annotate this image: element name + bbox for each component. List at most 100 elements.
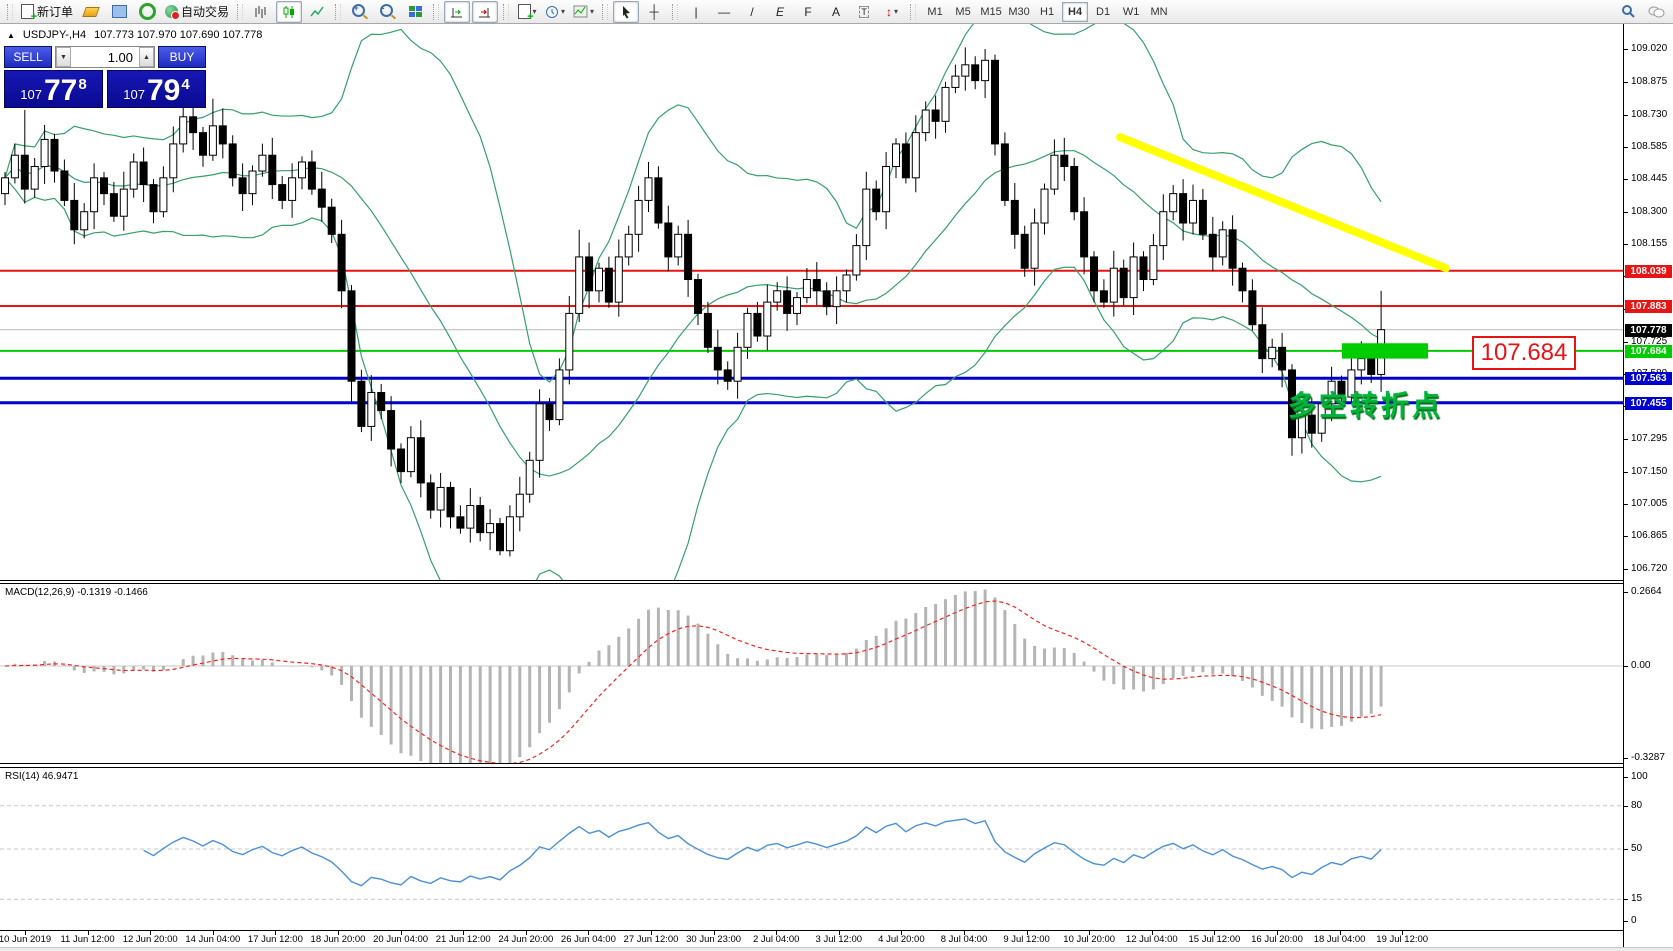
- timeframe-m15[interactable]: M15: [978, 2, 1004, 22]
- candle-chart-icon: [282, 5, 296, 19]
- volume-input[interactable]: [71, 47, 139, 67]
- price-tick-label: 108.585: [1631, 141, 1667, 152]
- indicators-button[interactable]: ▾: [570, 1, 597, 23]
- tile-windows-button[interactable]: [402, 1, 428, 23]
- price-tick-label: 106.720: [1631, 563, 1667, 574]
- new-order-label: 新订单: [37, 3, 73, 20]
- current-price-badge: 107.778: [1625, 324, 1672, 337]
- timeframe-m30[interactable]: M30: [1006, 2, 1032, 22]
- rsi-tick: [1624, 899, 1628, 900]
- dropdown-arrow-icon: ▾: [894, 7, 898, 16]
- timeframe-w1[interactable]: W1: [1118, 2, 1144, 22]
- arrows-button[interactable]: ↕ ▾: [879, 1, 905, 23]
- price-tick-label: 107.295: [1631, 433, 1667, 444]
- timeframe-m1[interactable]: M1: [922, 2, 948, 22]
- marker-button[interactable]: [78, 1, 104, 23]
- volume-up-button[interactable]: ▲: [139, 47, 154, 67]
- clock-icon: [545, 5, 559, 19]
- macd-canvas[interactable]: [0, 584, 1623, 763]
- zoom-out-button[interactable]: -: [374, 1, 400, 23]
- collapse-arrow-icon[interactable]: ▲: [7, 31, 15, 40]
- horizontal-line-button[interactable]: —: [711, 1, 737, 23]
- mt4-window: 新订单 自动交易 + - ▾: [0, 0, 1673, 951]
- price-tick: [1624, 472, 1628, 473]
- bar-chart-icon: [254, 5, 268, 19]
- new-chart-button[interactable]: ▾: [514, 1, 540, 23]
- price-tick-label: 106.865: [1631, 530, 1667, 541]
- price-tick-label: 109.020: [1631, 43, 1667, 54]
- autotrade-icon: [165, 5, 178, 18]
- price-tick-label: 108.155: [1631, 238, 1667, 249]
- volume-down-button[interactable]: ▼: [56, 47, 71, 67]
- sell-price-big: 77: [44, 77, 77, 105]
- timeframe-group: M1M5M15M30H1H4D1W1MN: [921, 2, 1173, 22]
- line-chart-button[interactable]: [304, 1, 330, 23]
- line-chart-icon: [310, 5, 324, 19]
- price-tick: [1624, 179, 1628, 180]
- timeframe-d1[interactable]: D1: [1090, 2, 1116, 22]
- price-tick: [1624, 536, 1628, 537]
- level-price-badge: 107.883: [1625, 300, 1672, 313]
- cursor-button[interactable]: [613, 1, 639, 23]
- rsi-tick-label: 50: [1631, 843, 1642, 854]
- buy-price-box[interactable]: 107 79 4: [107, 70, 206, 108]
- new-order-button[interactable]: 新订单: [18, 1, 76, 23]
- chat-icon: [1648, 5, 1665, 19]
- price-tag-107684[interactable]: 107.684: [1472, 336, 1576, 370]
- cursor-icon: [620, 5, 632, 19]
- profiles-button[interactable]: [106, 1, 132, 23]
- vertical-line-button[interactable]: |: [683, 1, 709, 23]
- price-axis: 109.020108.875108.730108.585108.445108.3…: [1623, 24, 1673, 947]
- crosshair-button[interactable]: ┼: [641, 1, 667, 23]
- fibonacci-icon: F: [804, 5, 811, 19]
- trendline-icon: /: [750, 5, 753, 19]
- level-price-badge: 107.563: [1625, 372, 1672, 385]
- rsi-tick: [1624, 849, 1628, 850]
- search-button[interactable]: [1615, 1, 1641, 23]
- toolbar: 新订单 自动交易 + - ▾: [0, 0, 1673, 24]
- price-tick: [1624, 212, 1628, 213]
- toolbar-grip: [503, 4, 509, 20]
- price-tick: [1624, 147, 1628, 148]
- fibonacci-button[interactable]: F: [795, 1, 821, 23]
- autotrade-button[interactable]: 自动交易: [162, 1, 232, 23]
- macd-tick: [1624, 758, 1628, 759]
- rsi-canvas[interactable]: [0, 768, 1623, 930]
- channel-button[interactable]: E: [767, 1, 793, 23]
- sell-price-sup: 8: [78, 76, 86, 93]
- timeframe-h4[interactable]: H4: [1062, 2, 1088, 22]
- text-icon: A: [832, 5, 840, 19]
- new-chart-icon: [518, 4, 531, 19]
- price-tick: [1624, 504, 1628, 505]
- rsi-tick-label: 80: [1631, 800, 1642, 811]
- one-click-trade-panel: SELL ▼ ▲ BUY 107 77 8 107 79 4: [4, 46, 206, 108]
- chart-title: ▲ USDJPY-,H4 107.773 107.970 107.690 107…: [7, 29, 262, 41]
- text-label-button[interactable]: T: [851, 1, 877, 23]
- chat-button[interactable]: [1643, 1, 1669, 23]
- timeframe-mn[interactable]: MN: [1146, 2, 1172, 22]
- candle-chart-button[interactable]: [276, 1, 302, 23]
- sell-price-box[interactable]: 107 77 8: [4, 70, 103, 108]
- timeframe-m5[interactable]: M5: [950, 2, 976, 22]
- autoscroll-button[interactable]: [444, 1, 470, 23]
- time-tick-label: 19 Jul 12:00: [1357, 934, 1447, 945]
- bar-chart-button[interactable]: [248, 1, 274, 23]
- buy-button[interactable]: BUY: [158, 46, 206, 68]
- chinese-annotation[interactable]: 多空转折点: [1288, 384, 1443, 424]
- price-chart-canvas[interactable]: [0, 24, 1623, 580]
- symbol-period-label: USDJPY-,H4: [23, 29, 86, 41]
- new-order-icon: [21, 4, 34, 19]
- volume-control: ▼ ▲: [55, 46, 155, 68]
- timeframe-h1[interactable]: H1: [1034, 2, 1060, 22]
- macd-tick-label: -0.3287: [1631, 752, 1665, 763]
- chart-shift-button[interactable]: [472, 1, 498, 23]
- price-tick: [1624, 82, 1628, 83]
- sell-price-small: 107: [20, 87, 42, 102]
- signals-button[interactable]: [134, 1, 160, 23]
- zoom-in-button[interactable]: +: [346, 1, 372, 23]
- sell-button[interactable]: SELL: [4, 46, 52, 68]
- trendline-button[interactable]: /: [739, 1, 765, 23]
- text-button[interactable]: A: [823, 1, 849, 23]
- toolbar-grip: [672, 4, 678, 20]
- period-button[interactable]: ▾: [542, 1, 568, 23]
